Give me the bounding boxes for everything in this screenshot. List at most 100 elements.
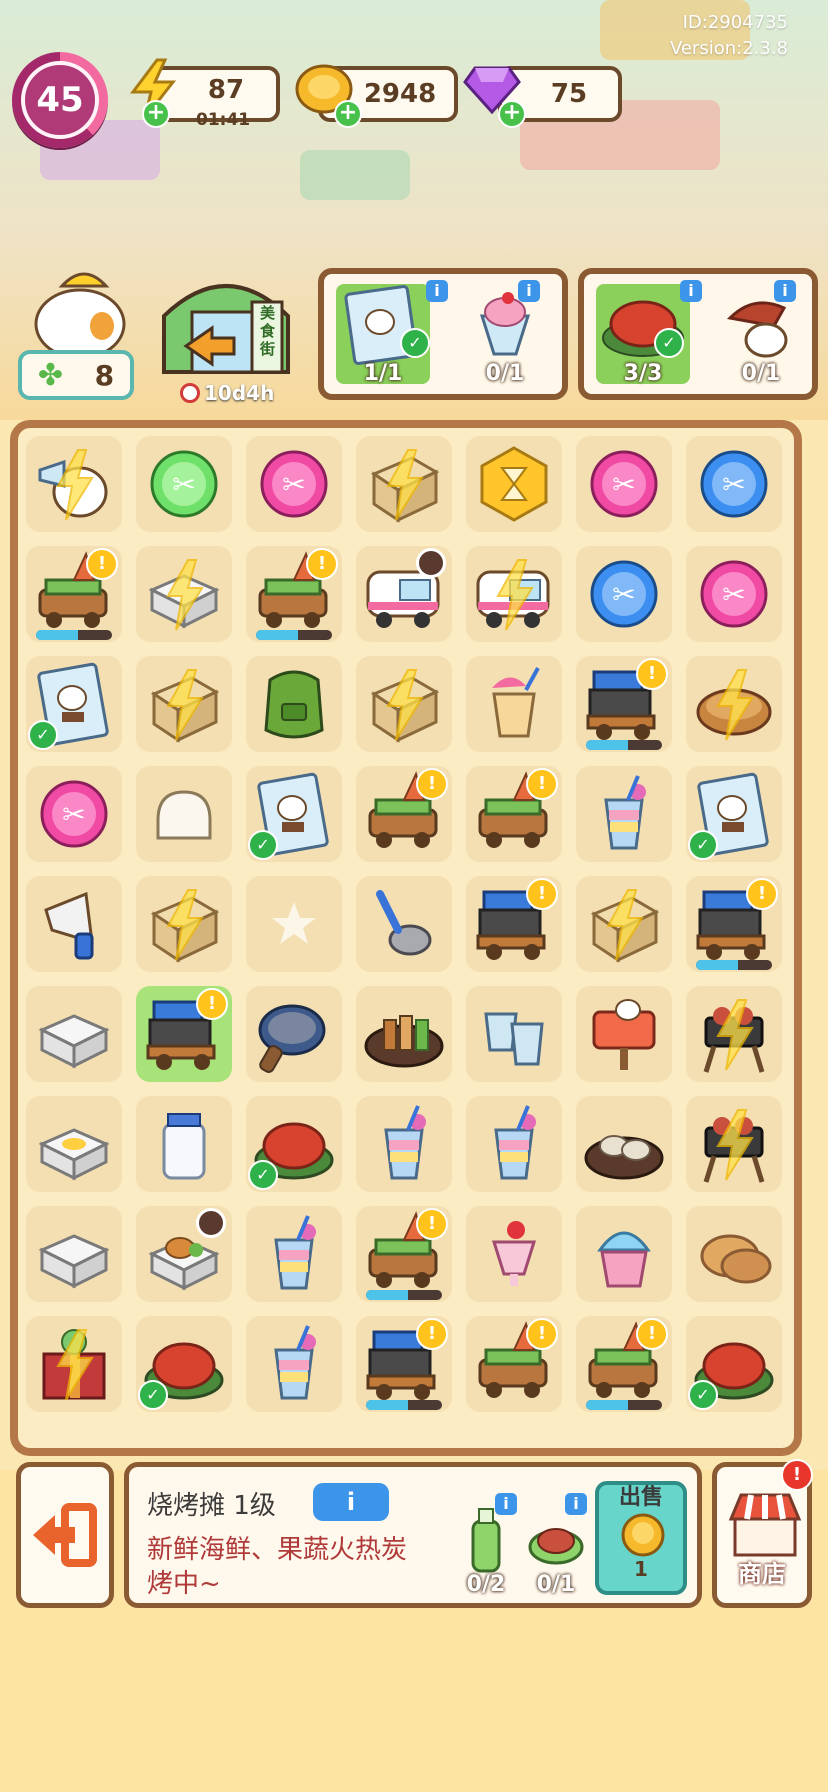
svg-text:✂: ✂ — [612, 578, 635, 611]
board-cell[interactable] — [466, 546, 562, 642]
board-cell[interactable]: ✂ — [686, 546, 782, 642]
green-orb-icon: ✂ — [150, 450, 218, 518]
info-icon[interactable]: i — [680, 280, 702, 302]
board-cell[interactable] — [26, 1096, 122, 1192]
food-street-event[interactable]: 美食街 — [156, 262, 296, 392]
board-cell[interactable] — [26, 1316, 122, 1412]
board-cell[interactable]: ✂ — [576, 546, 672, 642]
energy-value: 87 — [207, 75, 245, 105]
board-cell[interactable]: ✂ — [26, 766, 122, 862]
board-cell[interactable] — [686, 1096, 782, 1192]
board-cell[interactable] — [576, 986, 672, 1082]
board-cell[interactable]: ✓ — [686, 1316, 782, 1412]
board-cell[interactable] — [466, 1096, 562, 1192]
info-icon[interactable]: i — [495, 1493, 517, 1515]
board-cell[interactable] — [576, 876, 672, 972]
add-coins-button[interactable]: + — [334, 100, 362, 128]
board-cell[interactable] — [356, 1096, 452, 1192]
board-cell[interactable]: ! — [686, 876, 782, 972]
board-cell[interactable]: ✓ — [26, 656, 122, 752]
board-cell[interactable] — [686, 656, 782, 752]
board-cell[interactable] — [356, 986, 452, 1082]
board-cell[interactable] — [136, 1096, 232, 1192]
sell-label: 出售 — [618, 1485, 663, 1510]
board-cell[interactable]: ! — [576, 656, 672, 752]
board-cell[interactable] — [136, 876, 232, 972]
board-cell[interactable]: ! — [26, 546, 122, 642]
clover-counter[interactable]: ✤ 8 — [18, 350, 134, 400]
order-item-duck-skewer: 0/1 i — [714, 280, 808, 386]
board-cell[interactable] — [466, 986, 562, 1082]
board-cell[interactable]: ✂ — [246, 436, 342, 532]
requirement-green-bottle[interactable]: i 0/2 — [455, 1493, 517, 1601]
item-info-button[interactable]: i — [313, 1483, 389, 1521]
info-icon[interactable]: i — [518, 280, 540, 302]
board-cell[interactable] — [466, 436, 562, 532]
board-cell[interactable]: ! — [466, 1316, 562, 1412]
board-cell[interactable] — [576, 1206, 672, 1302]
order-item-parfait: 0/1 i — [458, 280, 552, 386]
board-cell[interactable]: ✂ — [136, 436, 232, 532]
board-cell[interactable] — [26, 986, 122, 1082]
duck-mascot-avatar[interactable] — [22, 258, 132, 360]
requirement-meat-plate[interactable]: i 0/1 — [525, 1493, 587, 1601]
info-icon[interactable]: i — [565, 1493, 587, 1515]
sell-button[interactable]: 出售 1 — [595, 1481, 687, 1595]
add-energy-button[interactable]: + — [142, 100, 170, 128]
info-icon[interactable]: i — [426, 280, 448, 302]
board-cell[interactable] — [576, 1096, 672, 1192]
board-cell[interactable]: ! — [246, 546, 342, 642]
order-card-2[interactable]: ✓ 3/3 i 0/1 i — [578, 268, 818, 400]
board-cell[interactable]: ✓ — [246, 1096, 342, 1192]
board-cell[interactable] — [356, 876, 452, 972]
board-cell[interactable] — [136, 656, 232, 752]
board-cell[interactable] — [686, 986, 782, 1082]
board-cell[interactable] — [246, 986, 342, 1082]
board-cell[interactable] — [246, 876, 342, 972]
board-cell[interactable] — [576, 766, 672, 862]
board-cell[interactable] — [466, 1206, 562, 1302]
exit-button[interactable] — [16, 1462, 114, 1608]
board-cell[interactable]: ✂ — [686, 436, 782, 532]
board-cell[interactable]: ✓ — [686, 766, 782, 862]
alert-icon: ! — [86, 548, 118, 580]
info-icon[interactable]: i — [774, 280, 796, 302]
board-cell[interactable] — [686, 1206, 782, 1302]
board-cell[interactable]: ! — [356, 1316, 452, 1412]
alert-icon: ! — [746, 878, 778, 910]
board-cell[interactable] — [466, 656, 562, 752]
order-card-1[interactable]: ✓ 1/1 i 0/1 i — [318, 268, 568, 400]
board-cell[interactable]: ✓ — [246, 766, 342, 862]
board-cell[interactable]: ! — [466, 766, 562, 862]
board-cell[interactable] — [136, 1206, 232, 1302]
board-cell[interactable] — [356, 656, 452, 752]
board-cell[interactable]: ! — [466, 876, 562, 972]
bread-icon — [156, 790, 212, 840]
board-cell[interactable]: ! — [356, 766, 452, 862]
board-cell[interactable]: ! — [576, 1316, 672, 1412]
board-cell[interactable] — [26, 1206, 122, 1302]
board-cell[interactable] — [246, 1316, 342, 1412]
board-cell[interactable] — [26, 436, 122, 532]
shop-button[interactable]: ! 商店 — [712, 1459, 813, 1608]
board-cell[interactable] — [136, 766, 232, 862]
crate-icon — [150, 889, 220, 963]
order-item-recipe-card: ✓ 1/1 i — [336, 280, 448, 386]
board-cell[interactable] — [26, 876, 122, 972]
foam-box-icon — [38, 1014, 110, 1069]
player-id: ID:2904735 — [682, 12, 788, 33]
board-cell[interactable] — [246, 1206, 342, 1302]
board-cell[interactable]: ✂ — [576, 436, 672, 532]
add-gems-button[interactable]: + — [498, 100, 526, 128]
gem-value: 75 — [550, 79, 588, 109]
board-cell[interactable] — [356, 436, 452, 532]
board-cell[interactable] — [356, 546, 452, 642]
level-badge[interactable]: 45 — [12, 52, 108, 148]
level-number: 45 — [21, 61, 99, 139]
alert-icon: ! — [526, 878, 558, 910]
board-cell[interactable]: ! — [136, 986, 232, 1082]
board-cell[interactable]: ✓ — [136, 1316, 232, 1412]
board-cell[interactable]: ! — [356, 1206, 452, 1302]
board-cell[interactable] — [136, 546, 232, 642]
board-cell[interactable] — [246, 656, 342, 752]
